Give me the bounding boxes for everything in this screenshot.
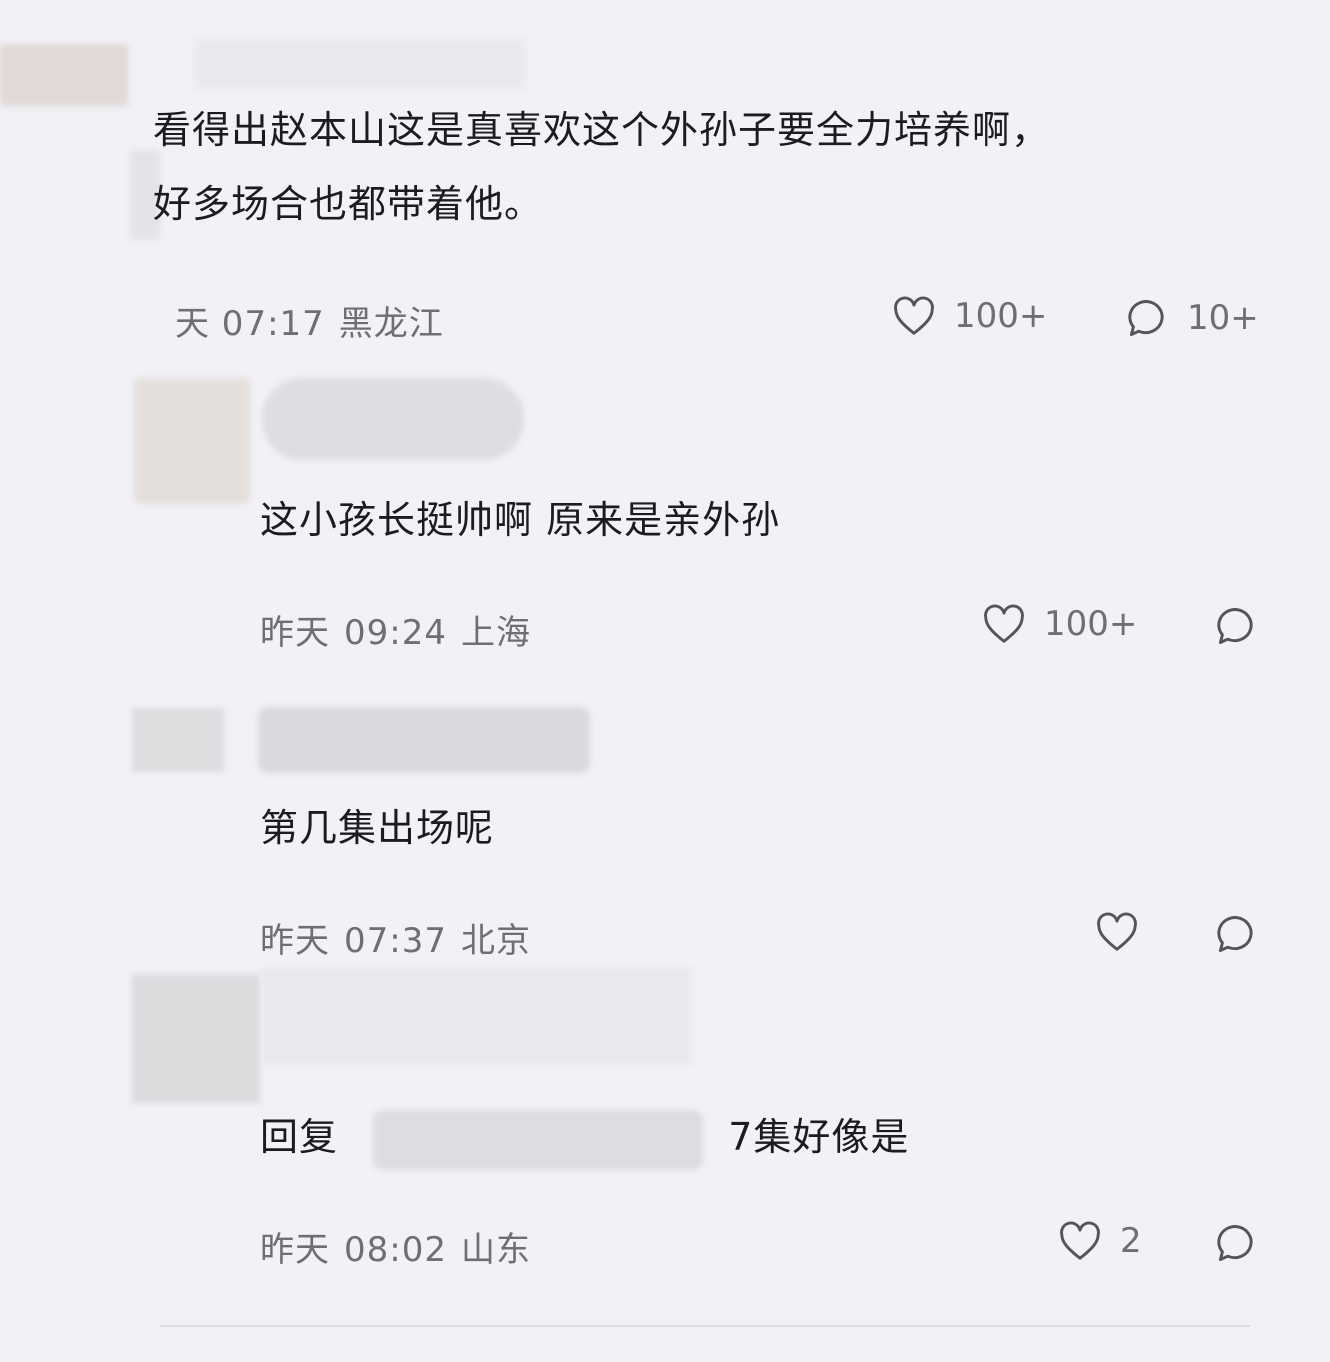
reply-body: 7集好像是	[728, 1115, 910, 1159]
main-comment-line-1: 看得出赵本山这是真喜欢这个外孙子要全力培养啊，	[153, 108, 1051, 152]
blurred-avatar	[0, 44, 128, 106]
heart-outline-icon	[984, 604, 1024, 643]
reply-comment-button-3[interactable]	[1214, 1221, 1258, 1265]
reply-avatar-1	[134, 378, 250, 504]
reply-time: 07:37	[344, 921, 447, 961]
main-comment-meta: 天 07:17 黑龙江	[175, 296, 458, 345]
reply-day: 昨天	[260, 1230, 330, 1270]
speech-bubble-icon	[1128, 300, 1164, 336]
comment-time: 天 07:17	[175, 304, 325, 344]
reply-like-button-3[interactable]: 2	[1058, 1221, 1142, 1261]
reply-day: 昨天	[260, 613, 330, 653]
reply-comment-button-1[interactable]	[1214, 604, 1258, 648]
reply-day: 昨天	[260, 921, 330, 961]
speech-bubble-icon	[1217, 1225, 1253, 1261]
reply-avatar-3	[132, 975, 260, 1103]
reply-prefix: 回复	[260, 1115, 339, 1159]
main-like-button[interactable]: 100+	[892, 296, 1047, 336]
reply-text-3: 回复 7集好像是	[260, 1106, 909, 1170]
reply-location: 山东	[460, 1230, 531, 1270]
reply-username-1	[262, 378, 524, 460]
reply-meta-2: 昨天 07:37 北京	[260, 913, 545, 962]
reply-location: 上海	[460, 613, 531, 653]
like-count: 100+	[954, 296, 1048, 336]
reply-username-2	[258, 707, 590, 773]
speech-bubble-icon	[1217, 916, 1253, 952]
like-count: 100+	[1044, 604, 1138, 644]
reply-text-2: 第几集出场呢	[260, 806, 495, 850]
blurred-username	[195, 40, 525, 88]
reply-location: 北京	[460, 921, 531, 961]
comment-location: 黑龙江	[338, 304, 444, 344]
reply-time: 08:02	[344, 1230, 447, 1270]
like-count: 2	[1120, 1221, 1142, 1261]
heart-outline-icon	[1060, 1221, 1100, 1260]
main-comment-text: 看得出赵本山这是真喜欢这个外孙子要全力培养啊， 好多场合也都带着他。	[153, 93, 1253, 241]
heart-outline-icon	[1097, 912, 1137, 951]
bottom-divider	[160, 1325, 1250, 1327]
reply-like-button-1[interactable]: 100+	[982, 604, 1137, 644]
reply-time: 09:24	[344, 613, 447, 653]
main-reply-button[interactable]: 10+	[1125, 296, 1259, 340]
speech-bubble-icon	[1217, 608, 1253, 644]
heart-outline-icon	[894, 296, 934, 335]
reply-text-1: 这小孩长挺帅啊 原来是亲外孙	[260, 498, 781, 542]
reply-comment-button-2[interactable]	[1214, 912, 1258, 956]
reply-username-3	[262, 968, 692, 1064]
reply-meta-3: 昨天 08:02 山东	[260, 1222, 545, 1271]
blurred-mention	[373, 1109, 704, 1170]
main-comment-line-2: 好多场合也都带着他。	[153, 182, 544, 226]
reply-like-button-2[interactable]	[1095, 912, 1139, 952]
reply-avatar-2	[132, 708, 224, 772]
reply-meta-1: 昨天 09:24 上海	[260, 605, 545, 654]
reply-count: 10+	[1187, 298, 1259, 338]
